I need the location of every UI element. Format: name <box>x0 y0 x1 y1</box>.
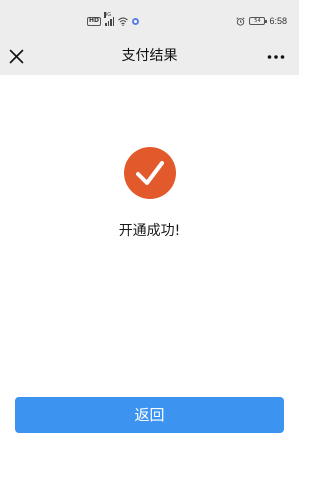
close-icon[interactable] <box>9 49 24 64</box>
page-title: 支付结果 <box>121 48 178 64</box>
status-bar: HD 4G 54 6:58 <box>0 0 299 38</box>
back-button[interactable]: 返回 <box>15 397 284 433</box>
wifi-icon <box>118 17 128 26</box>
hd-badge: HD <box>87 16 102 26</box>
status-bar-right: 54 6:58 <box>236 14 287 28</box>
navigation-bar: 支付结果 <box>0 38 299 75</box>
signal-icon: 4G <box>104 11 115 26</box>
notification-dot-icon <box>132 17 140 25</box>
more-icon[interactable] <box>267 53 285 61</box>
alarm-icon <box>236 16 246 26</box>
battery-icon: 54 <box>249 17 268 25</box>
status-bar-left: HD 4G <box>87 11 140 27</box>
success-checkmark-icon <box>124 147 176 199</box>
payment-result-screen: HD 4G 54 6:58 支付结果 开通成功! 返回 <box>0 0 299 480</box>
status-time: 6:58 <box>269 16 287 26</box>
network-type-label: 4G <box>104 11 112 18</box>
success-message: 开通成功! <box>118 223 181 239</box>
